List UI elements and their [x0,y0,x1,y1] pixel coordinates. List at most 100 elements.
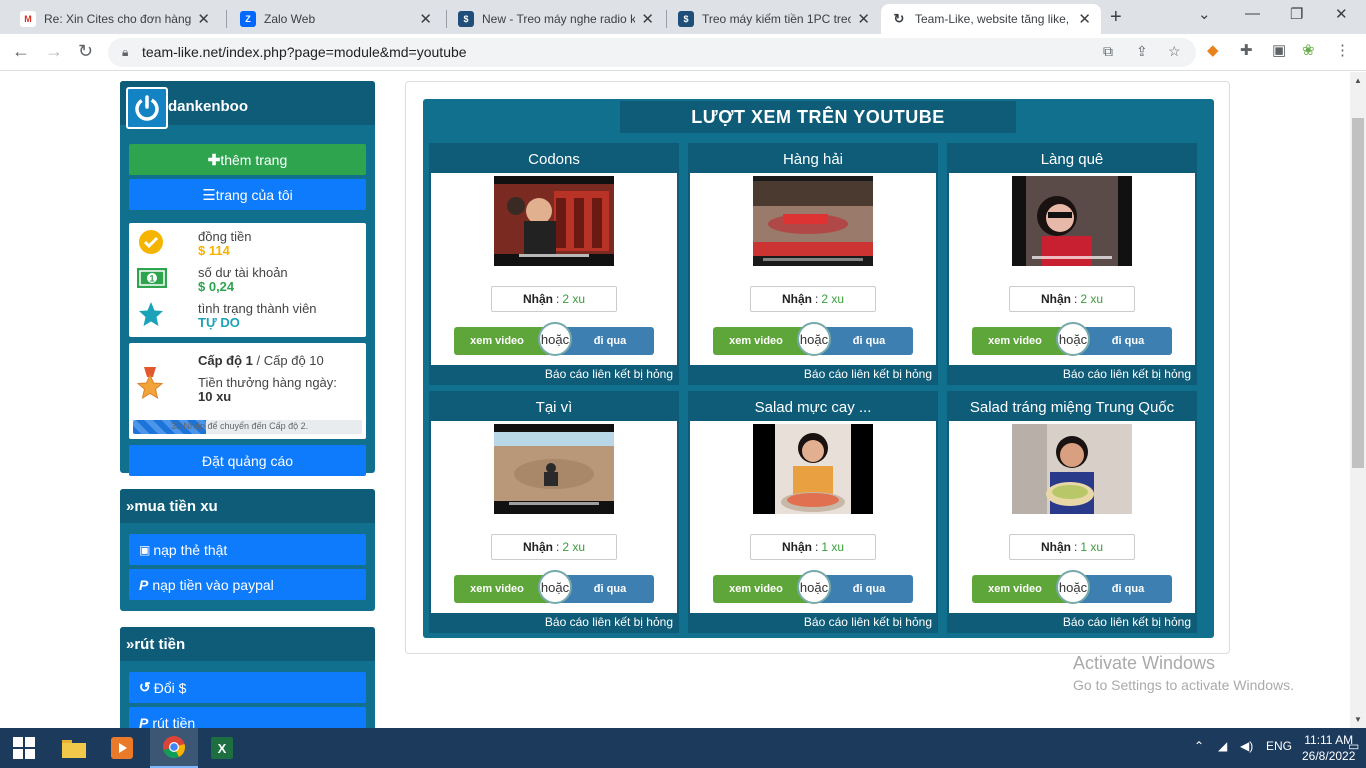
buy-coins-header: » mua tiền xu [120,489,375,523]
video-thumbnail[interactable] [753,424,873,514]
plus-icon: ✚ [207,151,221,169]
video-title: Hàng hải [690,145,936,173]
video-card: Codons Nhận:2 xu xem video đi qua hoặc B… [429,143,679,385]
report-broken-link[interactable]: Báo cáo liên kết bị hỏng [949,365,1195,383]
tab-search-icon[interactable]: ⌄ [1198,5,1211,23]
buy-card-button[interactable]: ▣ nạp thẻ thật [129,534,366,565]
level-box: Cấp độ 1 / Cấp độ 10 Tiền thưởng hàng ng… [129,343,366,439]
zalo-icon: Z [240,11,256,27]
paypal-icon: P [139,714,149,729]
close-icon[interactable]: ✕ [641,10,654,28]
report-broken-link[interactable]: Báo cáo liên kết bị hỏng [431,365,677,383]
buy-paypal-button[interactable]: Pnạp tiền vào paypal [129,569,366,600]
back-icon[interactable]: ← [12,41,30,62]
forward-icon[interactable]: → [45,41,63,62]
page-title: LƯỢT XEM TRÊN YOUTUBE [620,101,1016,133]
tab-team-like[interactable]: ↻ Team-Like, website tăng like, ✕ [881,4,1101,34]
side-panel-icon[interactable]: ▣ [1272,41,1286,59]
address-bar[interactable]: 🔒︎ team-like.net/index.php?page=module&m… [108,38,1196,67]
medal-icon [136,367,164,401]
username: dankenboo [168,98,249,115]
or-label: hoặc [797,322,831,356]
video-thumbnail[interactable] [494,176,614,266]
video-card: Tại vì Nhận:2 xu xem video đi qua hoặc B… [429,391,679,633]
tab-zalo[interactable]: Z Zalo Web ✕ [230,4,442,34]
add-page-button[interactable]: ✚ thêm trang [129,144,366,175]
report-broken-link[interactable]: Báo cáo liên kết bị hỏng [690,365,936,383]
video-actions: xem video đi qua hoặc [713,322,913,356]
dollar-icon: $ [458,11,474,27]
minimize-icon[interactable]: — [1245,5,1260,22]
page-scrollbar[interactable]: ▲ ▼ [1350,72,1366,728]
or-label: hoặc [538,570,572,604]
level-text: Cấp độ 1 / Cấp độ 10 [198,353,324,368]
withdraw-button[interactable]: Prút tiền [129,707,366,728]
loading-icon: ↻ [893,11,905,26]
lock-icon: 🔒︎ [122,45,129,59]
report-broken-link[interactable]: Báo cáo liên kết bị hỏng [431,613,677,631]
profile-icon[interactable]: ❀ [1302,41,1315,59]
close-icon[interactable]: ✕ [1078,10,1091,28]
video-actions: xem video đi qua hoặc [972,570,1172,604]
power-icon[interactable] [126,87,168,129]
video-title: Codons [431,145,677,173]
video-card: Làng quê Nhận:2 xu xem video đi qua hoặc… [947,143,1197,385]
withdraw-header: » rút tiền [120,627,375,661]
report-broken-link[interactable]: Báo cáo liên kết bị hỏng [949,613,1195,631]
windows-taskbar: X ⌃ ◢ ◀) ENG 11:11 AM 26/8/2022 ▭ [0,728,1366,768]
video-thumbnail[interactable] [1012,424,1132,514]
bookmark-star-icon[interactable]: ☆ [1168,43,1181,60]
share-icon[interactable]: ⇪ [1136,43,1148,60]
my-pages-button[interactable]: ☰ trang của tôi [129,179,366,210]
video-card: Hàng hải Nhận:2 xu xem video đi qua hoặc… [688,143,938,385]
translate-icon[interactable]: ⧉ [1103,43,1113,60]
windows-start-icon[interactable] [12,736,36,760]
url-text: team-like.net/index.php?page=module&md=y… [142,44,467,60]
video-card: Salad mực cay ... Nhận:1 xu xem video đi… [688,391,938,633]
video-thumbnail[interactable] [494,424,614,514]
exchange-button[interactable]: ↺ Đổi $ [129,672,366,703]
tab-kiem-tien[interactable]: $ Treo máy kiếm tiền 1PC treo ✕ [668,4,880,34]
buy-coins-panel: » mua tiền xu ▣ nạp thẻ thật Pnạp tiền vào… [120,489,375,611]
browser-toolbar: ← → ↻ 🔒︎ team-like.net/index.php?page=mo… [0,34,1366,71]
new-tab-icon[interactable]: + [1110,6,1122,29]
tray-chevron-icon[interactable]: ⌃ [1194,739,1204,753]
reload-icon[interactable]: ↻ [78,41,93,62]
close-icon[interactable]: ✕ [419,10,432,28]
file-explorer-icon[interactable] [62,736,86,760]
close-window-icon[interactable]: ✕ [1335,5,1348,23]
report-broken-link[interactable]: Báo cáo liên kết bị hỏng [690,613,936,631]
scroll-down-icon[interactable]: ▼ [1354,715,1362,724]
language-indicator[interactable]: ENG [1266,739,1292,753]
tab-title: Team-Like, website tăng like, [915,12,1070,26]
metamask-icon[interactable]: ◆ [1207,41,1219,59]
close-icon[interactable]: ✕ [857,10,870,28]
stat-coins: đồng tiền $ 114 [129,225,366,261]
notifications-icon[interactable]: ▭ [1348,739,1359,753]
menu-icon[interactable]: ⋮ [1335,41,1350,59]
tab-title: Treo máy kiếm tiền 1PC treo [702,12,852,26]
media-player-icon[interactable] [110,736,134,760]
tab-gmail[interactable]: M Re: Xin Cites cho đơn hàng đ ✕ [10,4,220,34]
profile-header: dankenboo [120,81,375,129]
scroll-up-icon[interactable]: ▲ [1354,76,1362,85]
stat-membership: tình trạng thành viên TỰ DO [129,297,366,333]
extensions-icon[interactable]: ✚ [1240,41,1253,59]
excel-icon[interactable]: X [210,736,234,760]
or-label: hoặc [538,322,572,356]
video-title: Salad mực cay ... [690,393,936,421]
list-icon: ☰ [202,186,216,204]
tab-radio[interactable]: $ New - Treo máy nghe radio k ✕ [448,4,664,34]
withdraw-panel: » rút tiền ↺ Đổi $ Prút tiền [120,627,375,728]
chrome-taskbar-icon[interactable] [150,728,198,768]
video-thumbnail[interactable] [1012,176,1132,266]
close-icon[interactable]: ✕ [197,10,210,28]
scrollbar-thumb[interactable] [1352,118,1364,468]
volume-icon[interactable]: ◀) [1240,739,1253,753]
maximize-icon[interactable]: ❐ [1290,5,1303,23]
tab-title: Re: Xin Cites cho đơn hàng đ [44,12,192,26]
advertise-button[interactable]: Đặt quảng cáo [129,445,366,476]
star-icon [138,301,164,327]
video-thumbnail[interactable] [753,176,873,266]
network-icon[interactable]: ◢ [1218,739,1227,753]
